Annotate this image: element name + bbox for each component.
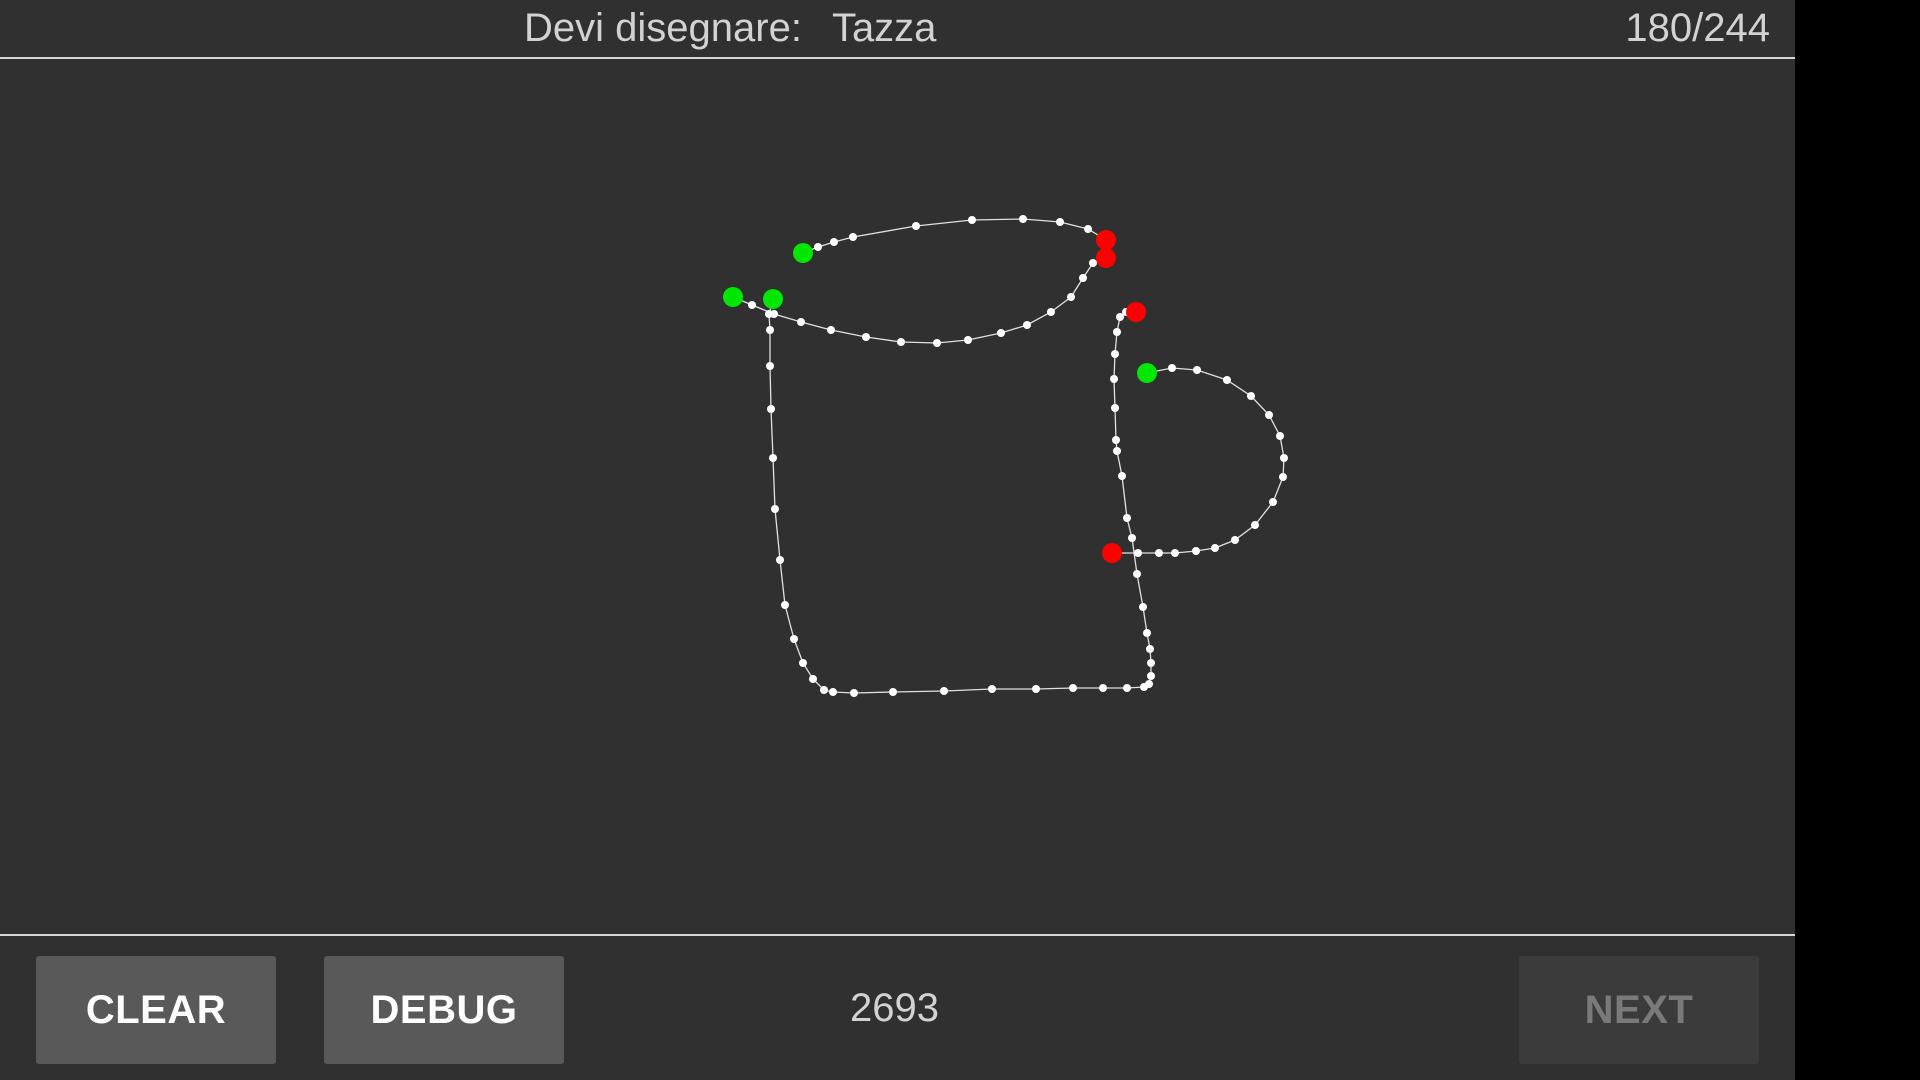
stroke-point — [862, 333, 870, 341]
stroke-point — [1023, 321, 1031, 329]
stroke-point — [1265, 411, 1273, 419]
stroke-point — [1276, 432, 1284, 440]
clear-button[interactable]: CLEAR — [36, 956, 276, 1064]
stroke-end-point — [1126, 302, 1146, 322]
stroke-point — [997, 329, 1005, 337]
stroke-point — [897, 338, 905, 346]
drawing-canvas[interactable] — [0, 59, 1795, 935]
stroke-end-point — [1102, 543, 1122, 563]
stroke-point — [940, 687, 948, 695]
stroke-point — [766, 326, 774, 334]
stroke-point — [829, 688, 837, 696]
stroke-start-point — [763, 289, 783, 309]
stroke-point — [1110, 375, 1118, 383]
header-bar: Devi disegnare: Tazza 180/244 — [0, 0, 1795, 59]
prompt-label: Devi disegnare: — [524, 6, 802, 50]
stroke-point — [1143, 629, 1151, 637]
stroke-point — [1069, 684, 1077, 692]
prompt-word: Tazza — [831, 6, 937, 50]
stroke-point — [1280, 454, 1288, 462]
stroke-point — [1089, 259, 1097, 267]
stroke-point — [1067, 293, 1075, 301]
stroke-point — [769, 454, 777, 462]
stroke-point — [1139, 603, 1147, 611]
stroke-point — [1113, 328, 1121, 336]
stroke-point — [933, 339, 941, 347]
stroke-start-point — [1137, 363, 1157, 383]
stroke-point — [809, 675, 817, 683]
stroke-point — [1145, 680, 1153, 688]
stroke-point — [1171, 549, 1179, 557]
stroke-point — [830, 238, 838, 246]
stroke-point — [1134, 549, 1142, 557]
stroke-point — [1193, 366, 1201, 374]
footer-bar: CLEAR DEBUG 2693 NEXT — [0, 934, 1795, 1080]
stroke-point — [1079, 274, 1087, 282]
stroke-point — [814, 243, 822, 251]
stroke-point — [1155, 549, 1163, 557]
stroke-point — [1147, 659, 1155, 667]
progress-counter: 180/244 — [1625, 6, 1770, 50]
stroke-point — [1279, 473, 1287, 481]
stroke-point — [1269, 498, 1277, 506]
stroke-point — [1168, 364, 1176, 372]
stroke-point — [1146, 645, 1154, 653]
drawing-strokes — [723, 215, 1288, 697]
stroke-point — [1112, 436, 1120, 444]
stroke-line-2 — [732, 257, 1107, 344]
stroke-point — [1056, 218, 1064, 226]
debug-button[interactable]: DEBUG — [324, 956, 564, 1064]
app-window: Devi disegnare: Tazza 180/244 CLEAR DEBUG… — [0, 0, 1795, 1080]
stroke-point — [1128, 534, 1136, 542]
stroke-start-point — [793, 243, 813, 263]
stroke-point — [765, 310, 773, 318]
stroke-point — [781, 601, 789, 609]
stroke-point — [1251, 521, 1259, 529]
stroke-point — [748, 301, 756, 309]
stroke-point — [1118, 472, 1126, 480]
stroke-point — [1032, 685, 1040, 693]
stroke-point — [1047, 308, 1055, 316]
stroke-end-point — [1096, 248, 1116, 268]
stroke-point — [1211, 544, 1219, 552]
stroke-end-point — [1096, 230, 1116, 250]
stroke-point — [1019, 215, 1027, 223]
stroke-point — [1099, 684, 1107, 692]
stroke-point — [1133, 570, 1141, 578]
stroke-point — [790, 635, 798, 643]
stroke-point — [1192, 547, 1200, 555]
next-button[interactable]: NEXT — [1519, 956, 1759, 1064]
stroke-point — [1113, 447, 1121, 455]
stroke-point — [1123, 514, 1131, 522]
stroke-start-point — [723, 287, 743, 307]
stroke-point — [799, 659, 807, 667]
stroke-point — [767, 405, 775, 413]
drawing-prompt: Devi disegnare: Tazza — [524, 6, 936, 51]
stroke-point — [912, 222, 920, 230]
stroke-point — [1111, 350, 1119, 358]
stroke-point — [771, 505, 779, 513]
stroke-point — [1123, 684, 1131, 692]
stroke-point — [820, 686, 828, 694]
stroke-point — [766, 362, 774, 370]
stroke-point — [1147, 672, 1155, 680]
stroke-point — [1111, 404, 1119, 412]
stroke-point — [1084, 225, 1092, 233]
stroke-point — [850, 689, 858, 697]
stroke-point — [776, 556, 784, 564]
stroke-point — [889, 688, 897, 696]
stroke-point — [849, 233, 857, 241]
stroke-point — [1247, 392, 1255, 400]
stroke-point — [968, 216, 976, 224]
stroke-line-3 — [768, 298, 1152, 694]
stroke-point — [1231, 536, 1239, 544]
stroke-point — [797, 318, 805, 326]
stroke-point — [964, 336, 972, 344]
score-value: 2693 — [850, 986, 939, 1030]
stroke-point — [988, 685, 996, 693]
stroke-point — [827, 326, 835, 334]
stroke-point — [1223, 376, 1231, 384]
